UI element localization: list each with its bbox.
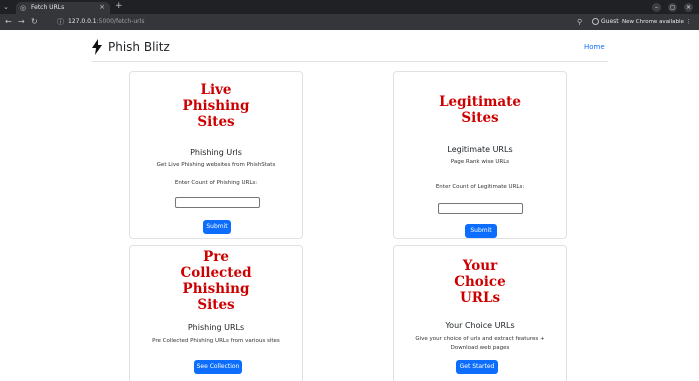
home-link[interactable]: Home (584, 43, 605, 51)
card-title-line: Phishing (182, 281, 250, 297)
browser-toolbar: ← → ↻ ⓘ 127.0.0.1:5000/fetch-urls ⚲ Gues… (0, 14, 699, 30)
card-subtitle: Phishing URLs (187, 323, 245, 332)
card-legitimate: Legitimate Sites Legitimate URLs Page Ra… (393, 71, 567, 239)
card-description: Pre Collected Phishing URLs from various… (152, 338, 280, 344)
browser-tab-strip: ⌄ ◎ Fetch URLs × + – ◻ × (0, 0, 699, 14)
brand-name: Phish Blitz (108, 40, 170, 54)
card-title-line: URLs (459, 290, 501, 306)
legit-count-label: Enter Count of Legitimate URLs: (435, 184, 525, 190)
tab-title: Fetch URLs (31, 4, 65, 11)
get-started-button[interactable]: Get Started (456, 360, 498, 374)
card-subtitle: Your Choice URLs (445, 321, 515, 330)
card-title-line: Sites (197, 297, 235, 313)
navbar-brand[interactable]: Phish Blitz (92, 37, 170, 57)
card-title-line: Live (200, 82, 232, 98)
zoom-magnifier-icon[interactable]: ⚲ (577, 17, 582, 27)
card-description-line: Give your choice of urls and extract fea… (415, 336, 545, 342)
globe-icon: ◎ (20, 4, 27, 12)
card-title-line: Pre (203, 249, 229, 265)
kebab-menu-icon[interactable]: ⋮ (686, 19, 692, 25)
card-subtitle: Phishing Urls (190, 148, 242, 157)
restore-icon[interactable]: ◻ (668, 3, 677, 12)
card-your-choice: Your Choice URLs Your Choice URLs Give y… (393, 245, 567, 381)
page-viewport: Phish Blitz Home Live Phishing Sites Phi… (0, 30, 699, 381)
submit-legit-button[interactable]: Submit (465, 224, 497, 238)
card-live-phishing: Live Phishing Sites Phishing Urls Get Li… (129, 71, 303, 239)
site-info-icon[interactable]: ⓘ (57, 17, 64, 27)
card-title-line: Sites (197, 114, 235, 130)
reload-icon[interactable]: ↻ (31, 17, 38, 27)
profile-label: Guest (601, 18, 619, 25)
minimize-icon[interactable]: – (652, 3, 661, 12)
card-precollected: Pre Collected Phishing Sites Phishing UR… (129, 245, 303, 381)
lightning-bolt-icon (92, 39, 102, 55)
address-bar[interactable]: 127.0.0.1:5000/fetch-urls (68, 17, 144, 27)
card-subtitle: Legitimate URLs (447, 145, 513, 154)
chrome-update-button[interactable]: New Chrome available ⋮ (622, 16, 696, 28)
see-collection-button[interactable]: See Collection (194, 360, 242, 374)
phishing-count-input[interactable] (175, 197, 260, 208)
tab-search-chevron-icon[interactable]: ⌄ (3, 2, 9, 12)
close-window-icon[interactable]: × (684, 3, 693, 12)
card-title-line: Your (462, 258, 498, 274)
browser-tab[interactable]: ◎ Fetch URLs × (16, 2, 110, 14)
card-description: Get Live Phishing websites from PhishSta… (156, 162, 276, 168)
card-title-line: Collected (180, 265, 252, 281)
url-path: :5000/fetch-urls (96, 18, 145, 25)
profile-icon (592, 18, 599, 25)
card-description-line: Download web pages (450, 345, 510, 351)
url-host: 127.0.0.1 (68, 18, 97, 25)
submit-phishing-button[interactable]: Submit (203, 220, 231, 234)
back-arrow-icon[interactable]: ← (5, 17, 12, 27)
new-tab-plus-icon[interactable]: + (115, 1, 123, 12)
update-label: New Chrome available (622, 19, 684, 25)
profile-button[interactable]: Guest (592, 16, 620, 28)
legit-count-input[interactable] (438, 203, 523, 214)
navbar-divider (92, 61, 608, 62)
card-title-line: Sites (461, 110, 499, 126)
card-description: Page Rank wise URLs (450, 159, 510, 165)
forward-arrow-icon[interactable]: → (18, 17, 25, 27)
card-title-line: Choice (454, 274, 506, 290)
phishing-count-label: Enter Count of Phishing URLs: (174, 180, 258, 186)
card-title-line: Phishing (182, 98, 250, 114)
card-title-line: Legitimate (439, 94, 521, 110)
close-tab-icon[interactable]: × (99, 3, 105, 12)
